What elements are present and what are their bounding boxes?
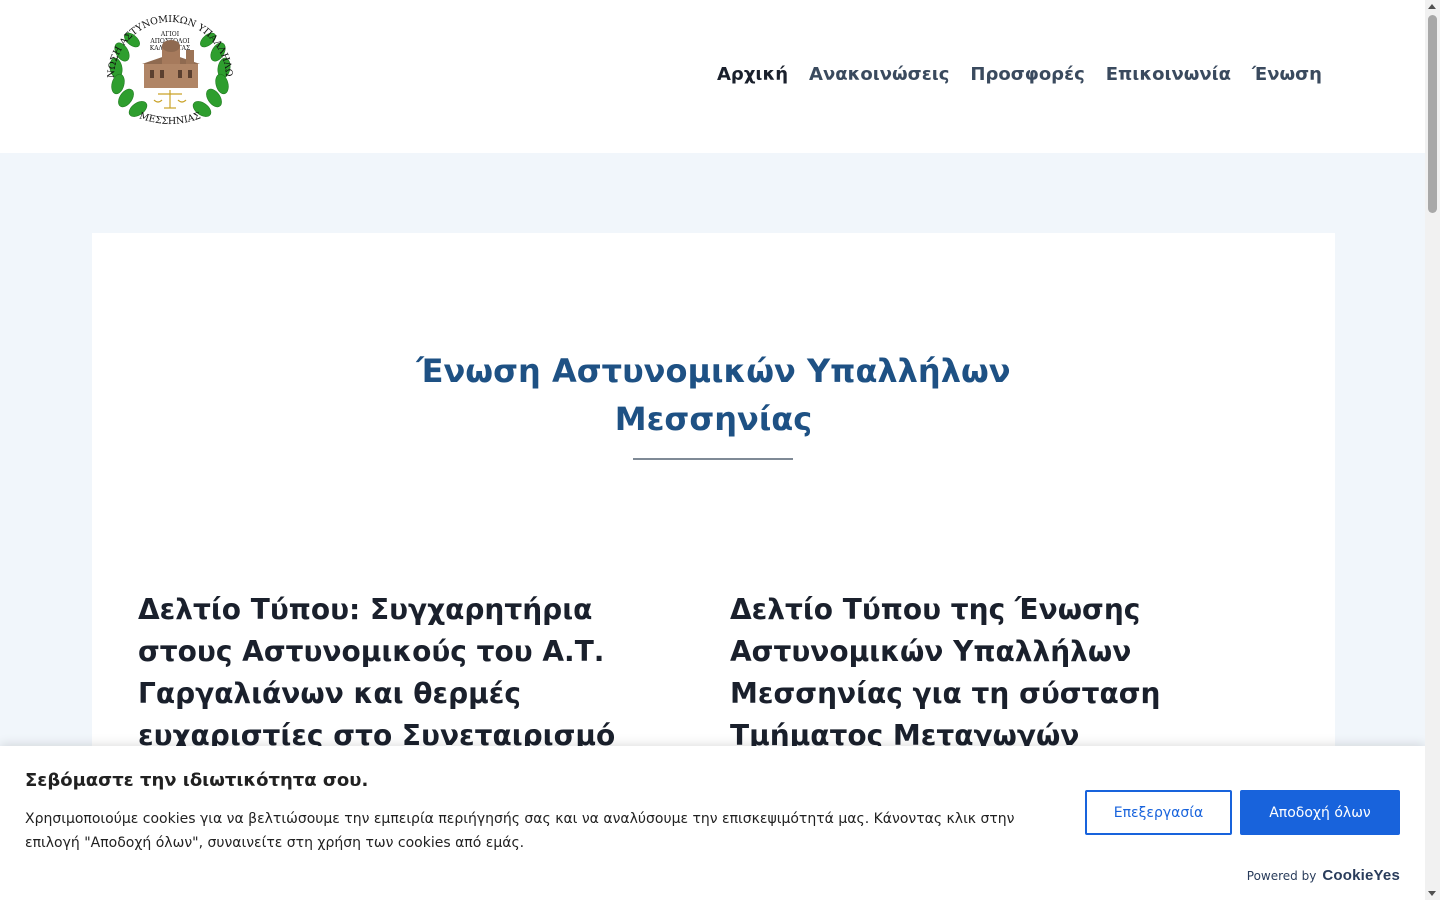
scroll-down-arrow-icon[interactable] bbox=[1428, 891, 1436, 896]
post-title-press-release-2[interactable]: Δελτίο Τύπου της Ένωσης Αστυνομικών Υπαλ… bbox=[730, 589, 1250, 757]
svg-text:ΜΕΣΣΗΝΙΑΣ: ΜΕΣΣΗΝΙΑΣ bbox=[138, 110, 203, 127]
cookie-heading: Σεβόμαστε την ιδιωτικότητα σου. bbox=[25, 770, 369, 791]
page: ΕΝΩΣΗ ΑΣΤΥΝΟΜΙΚΩΝ ΥΠΑΛΛΗΛΩΝ ΑΓΙΟΙ ΑΠΟΣΤΟ… bbox=[0, 0, 1440, 900]
nav-link-offers[interactable]: Προσφορές bbox=[970, 60, 1084, 90]
cookie-banner: Σεβόμαστε την ιδιωτικότητα σου. Χρησιμοπ… bbox=[0, 746, 1425, 900]
cookie-accept-all-button[interactable]: Αποδοχή όλων bbox=[1240, 790, 1400, 835]
post-title-press-release-1[interactable]: Δελτίο Τύπου: Συγχαρητήρια στους Αστυνομ… bbox=[138, 589, 658, 757]
scrollbar-thumb[interactable] bbox=[1428, 15, 1437, 213]
cookie-customize-button[interactable]: Επεξεργασία bbox=[1085, 790, 1232, 835]
svg-text:ΑΓΙΟΙ: ΑΓΙΟΙ bbox=[160, 31, 180, 38]
nav-link-contact[interactable]: Επικοινωνία bbox=[1106, 60, 1231, 90]
vertical-scrollbar[interactable] bbox=[1425, 0, 1440, 900]
nav-link-union[interactable]: Ένωση bbox=[1252, 60, 1322, 90]
nav-link-announcements[interactable]: Ανακοινώσεις bbox=[809, 60, 949, 90]
police-union-seal-icon[interactable]: ΕΝΩΣΗ ΑΣΤΥΝΟΜΙΚΩΝ ΥΠΑΛΛΗΛΩΝ ΑΓΙΟΙ ΑΠΟΣΤΟ… bbox=[96, 4, 244, 138]
scroll-up-arrow-icon[interactable] bbox=[1428, 4, 1436, 9]
cookie-text: Χρησιμοποιούμε cookies για να βελτιώσουμ… bbox=[25, 811, 1015, 851]
main-nav: Αρχική Ανακοινώσεις Προσφορές Επικοινωνί… bbox=[717, 60, 1322, 90]
page-title: Ένωση Αστυνομικών Υπαλλήλων Μεσσηνίας bbox=[416, 352, 1011, 438]
site-header: ΕΝΩΣΗ ΑΣΤΥΝΟΜΙΚΩΝ ΥΠΑΛΛΗΛΩΝ ΑΓΙΟΙ ΑΠΟΣΤΟ… bbox=[0, 0, 1425, 153]
powered-by-label: Powered by bbox=[1246, 868, 1317, 883]
title-divider bbox=[633, 458, 793, 460]
nav-link-home[interactable]: Αρχική bbox=[717, 60, 788, 90]
cookieyes-logo[interactable]: CookieYes bbox=[1322, 867, 1400, 884]
powered-by: Powered by CookieYes bbox=[1247, 867, 1400, 884]
